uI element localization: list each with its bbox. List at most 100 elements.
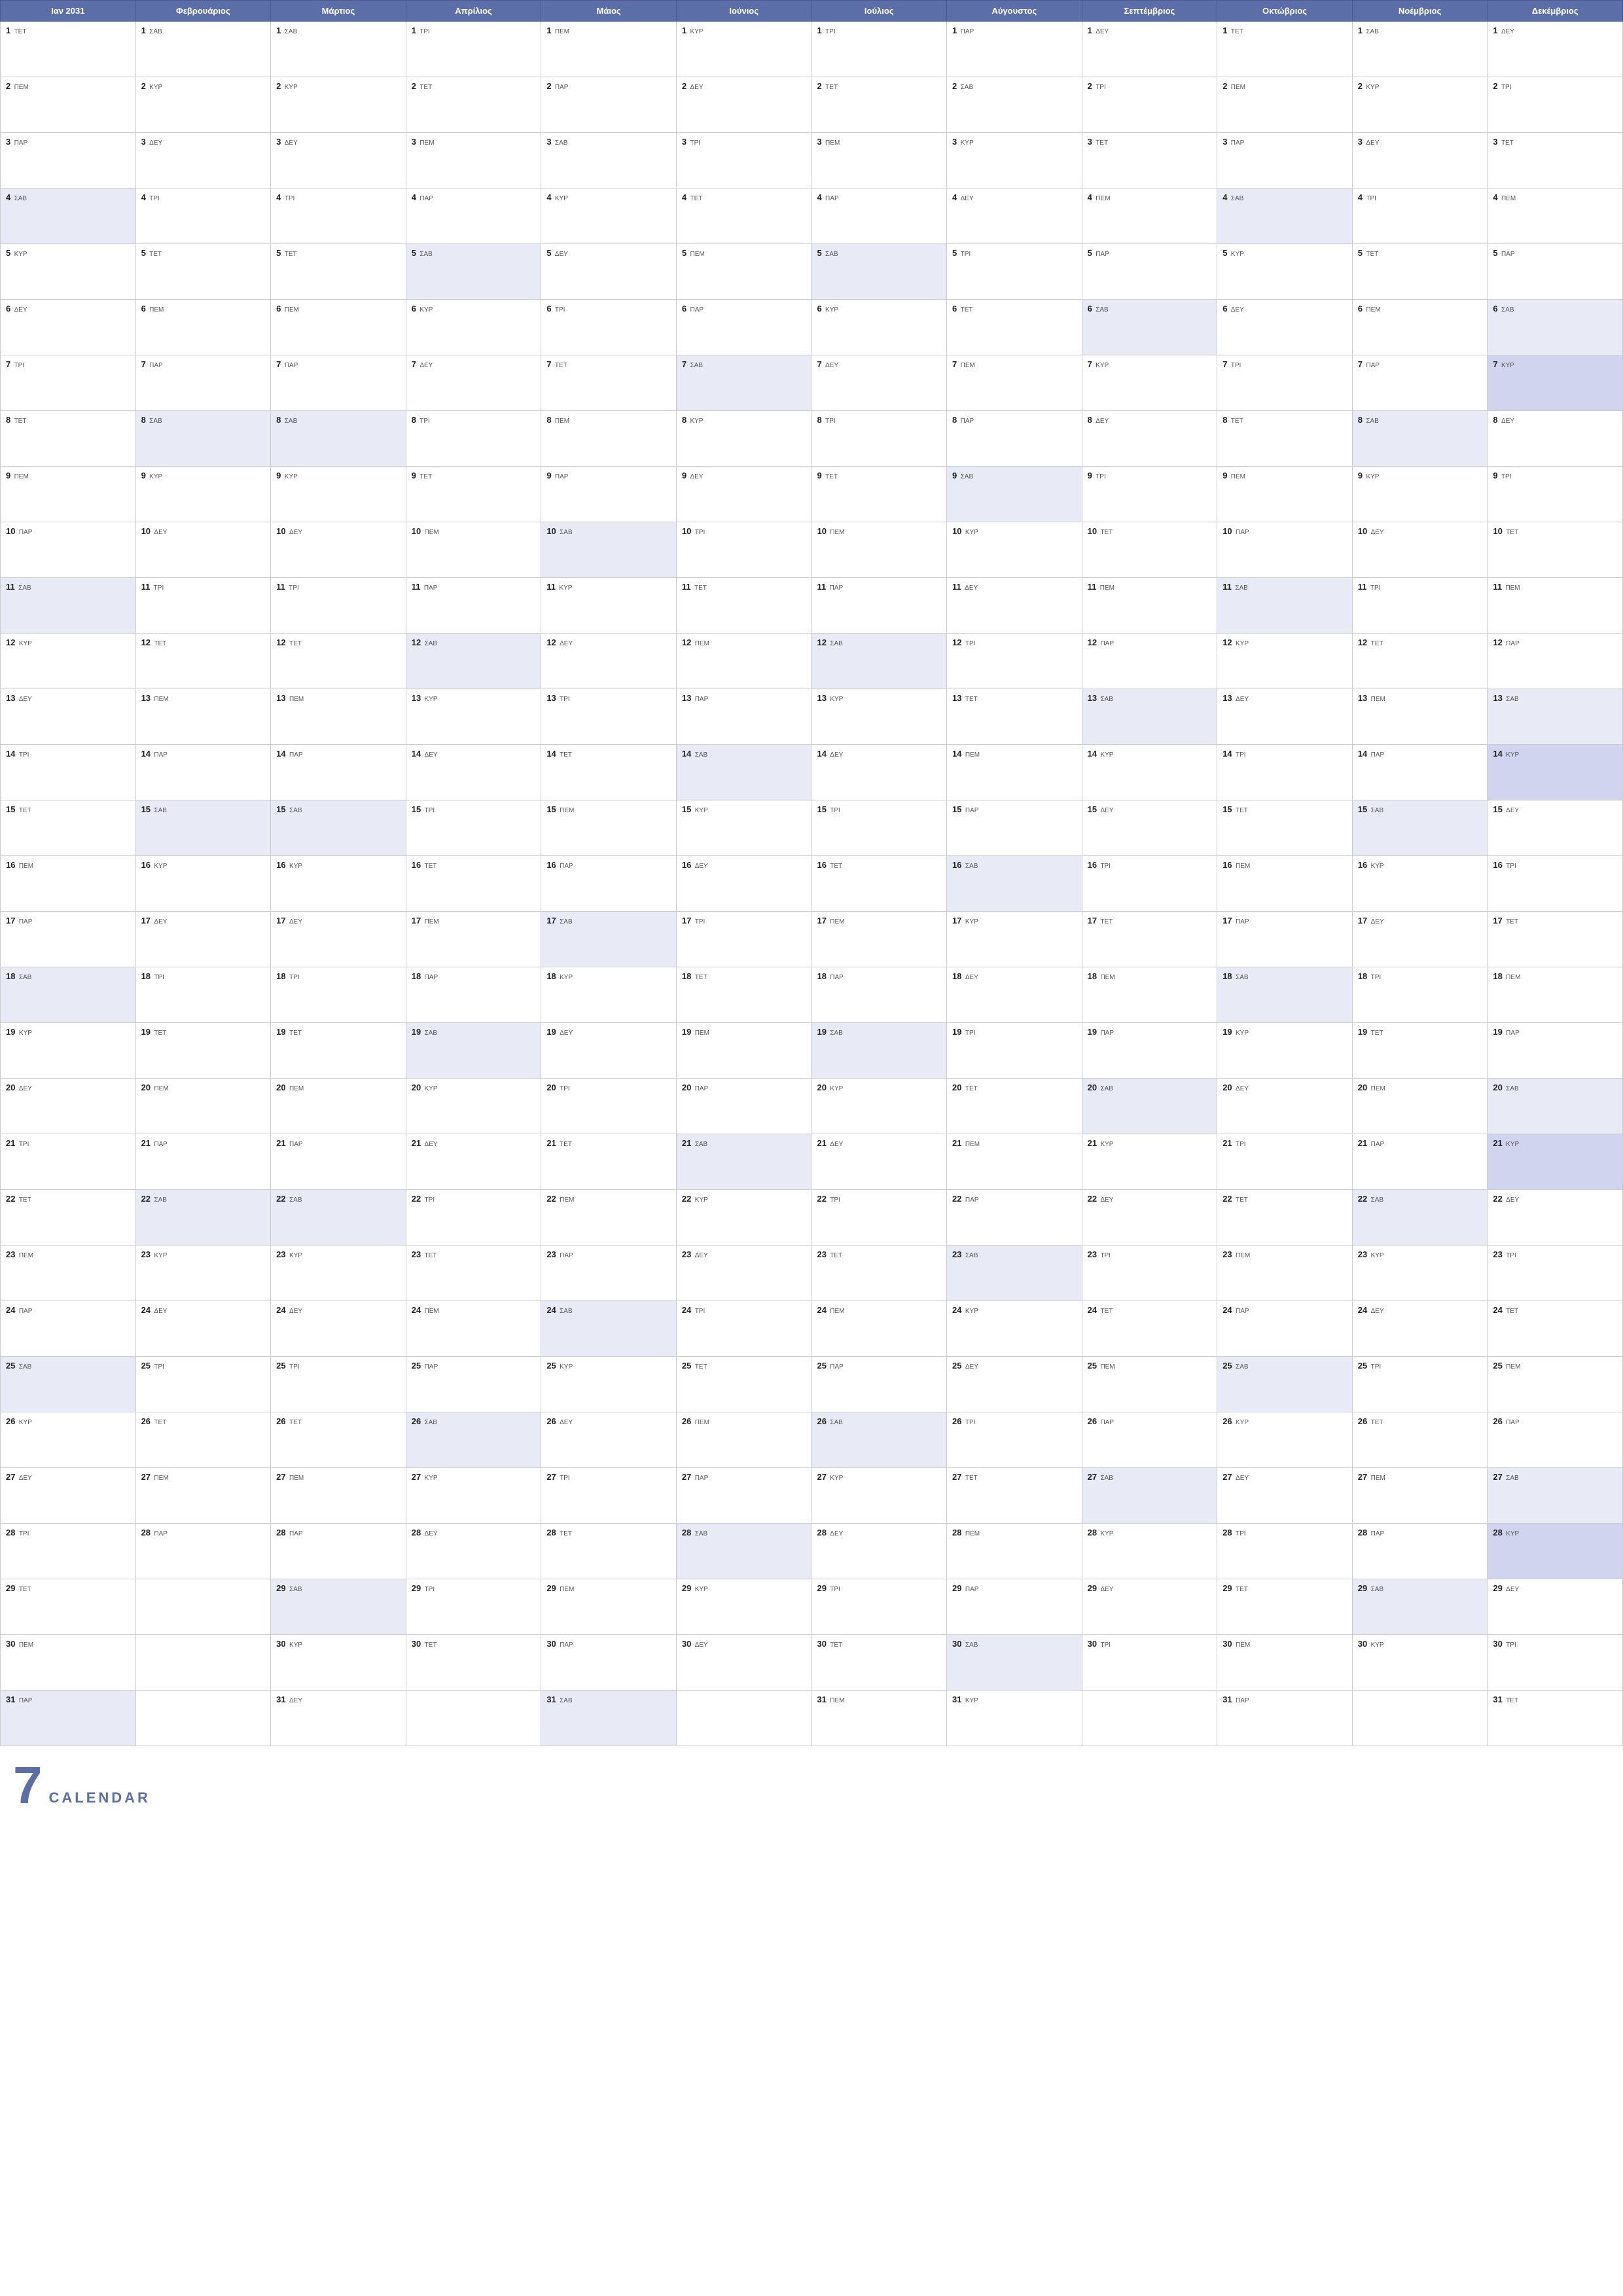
day-cell: 11 ΤΡΙ [271,578,406,634]
table-row: 24 ΠΑΡ 24 ΔΕΥ 24 ΔΕΥ 24 ΠΕΜ 24 ΣΑΒ 24 ΤΡ… [1,1301,1623,1357]
day-cell: 29 ΚΥΡ [676,1579,812,1635]
day-cell: 28 ΠΑΡ [1352,1524,1488,1579]
day-cell: 13 ΣΑΒ [1488,689,1623,745]
day-cell: 16 ΚΥΡ [271,856,406,912]
day-cell: 29 ΔΕΥ [1082,1579,1217,1635]
day-cell: 24 ΠΑΡ [1,1301,136,1357]
day-cell: 27 ΤΕΤ [947,1468,1082,1524]
day-cell: 5 ΤΕΤ [1352,244,1488,300]
day-cell: 2 ΤΡΙ [1488,77,1623,133]
day-cell: 6 ΣΑΒ [1488,300,1623,355]
day-cell: 17 ΠΕΜ [812,912,947,967]
day-cell: 15 ΣΑΒ [271,800,406,856]
day-cell: 14 ΚΥΡ [1488,745,1623,800]
table-row: 29 ΤΕΤ 29 ΣΑΒ 29 ΤΡΙ 29 ΠΕΜ 29 ΚΥΡ 29 ΤΡ… [1,1579,1623,1635]
day-cell: 10 ΚΥΡ [947,522,1082,578]
day-cell: 1 ΠΑΡ [947,22,1082,77]
day-cell: 26 ΤΕΤ [135,1412,271,1468]
table-row: 2 ΠΕΜ 2 ΚΥΡ 2 ΚΥΡ 2 ΤΕΤ 2 ΠΑΡ 2 ΔΕΥ 2 ΤΕ… [1,77,1623,133]
day-cell: 12 ΠΑΡ [1488,634,1623,689]
day-cell: 9 ΔΕΥ [676,467,812,522]
day-cell: 30 ΤΡΙ [1082,1635,1217,1691]
table-row: 28 ΤΡΙ 28 ΠΑΡ 28 ΠΑΡ 28 ΔΕΥ 28 ΤΕΤ 28 ΣΑ… [1,1524,1623,1579]
day-cell: 23 ΤΕΤ [812,1246,947,1301]
day-cell: 7 ΠΑΡ [271,355,406,411]
day-cell: 28 ΚΥΡ [1082,1524,1217,1579]
day-cell: 12 ΣΑΒ [812,634,947,689]
day-cell [135,1579,271,1635]
day-cell: 17 ΠΑΡ [1,912,136,967]
day-cell: 17 ΔΕΥ [1352,912,1488,967]
day-cell: 25 ΤΡΙ [1352,1357,1488,1412]
day-cell: 22 ΤΡΙ [406,1190,541,1246]
day-cell: 25 ΠΑΡ [812,1357,947,1412]
day-cell: 2 ΤΕΤ [406,77,541,133]
day-cell: 12 ΠΕΜ [676,634,812,689]
day-cell: 19 ΠΑΡ [1488,1023,1623,1079]
day-cell [135,1635,271,1691]
day-cell: 1 ΣΑΒ [271,22,406,77]
day-cell: 2 ΚΥΡ [135,77,271,133]
day-cell: 15 ΚΥΡ [676,800,812,856]
table-row: 6 ΔΕΥ 6 ΠΕΜ 6 ΠΕΜ 6 ΚΥΡ 6 ΤΡΙ 6 ΠΑΡ 6 ΚΥ… [1,300,1623,355]
day-cell: 8 ΣΑΒ [271,411,406,467]
day-cell: 7 ΠΕΜ [947,355,1082,411]
table-row: 9 ΠΕΜ 9 ΚΥΡ 9 ΚΥΡ 9 ΤΕΤ 9 ΠΑΡ 9 ΔΕΥ 9 ΤΕ… [1,467,1623,522]
day-cell: 21 ΠΑΡ [271,1134,406,1190]
day-cell: 21 ΠΕΜ [947,1134,1082,1190]
day-cell: 8 ΔΕΥ [1082,411,1217,467]
day-cell: 30 ΤΕΤ [406,1635,541,1691]
day-cell: 4 ΠΑΡ [406,188,541,244]
day-cell: 3 ΔΕΥ [135,133,271,188]
day-cell: 30 ΤΕΤ [812,1635,947,1691]
day-cell: 5 ΤΕΤ [271,244,406,300]
day-cell: 8 ΠΑΡ [947,411,1082,467]
day-cell: 13 ΠΕΜ [1352,689,1488,745]
day-cell: 1 ΔΕΥ [1082,22,1217,77]
day-cell: 10 ΠΑΡ [1,522,136,578]
day-cell: 14 ΔΕΥ [406,745,541,800]
day-cell: 30 ΚΥΡ [271,1635,406,1691]
day-cell: 3 ΠΑΡ [1,133,136,188]
day-cell: 20 ΣΑΒ [1488,1079,1623,1134]
day-cell: 20 ΚΥΡ [406,1079,541,1134]
day-cell: 14 ΤΕΤ [541,745,677,800]
day-cell: 9 ΤΕΤ [406,467,541,522]
day-cell: 24 ΔΕΥ [135,1301,271,1357]
table-row: 4 ΣΑΒ 4 ΤΡΙ 4 ΤΡΙ 4 ΠΑΡ 4 ΚΥΡ 4 ΤΕΤ 4 ΠΑ… [1,188,1623,244]
month-header-nov: Νοέμβριος [1352,1,1488,22]
day-cell: 27 ΠΑΡ [676,1468,812,1524]
day-cell: 16 ΤΕΤ [406,856,541,912]
day-cell: 16 ΤΡΙ [1082,856,1217,912]
day-cell: 1 ΠΕΜ [541,22,677,77]
day-cell: 3 ΚΥΡ [947,133,1082,188]
day-cell: 23 ΣΑΒ [947,1246,1082,1301]
day-cell: 18 ΠΕΜ [1082,967,1217,1023]
day-cell: 19 ΣΑΒ [812,1023,947,1079]
day-cell: 23 ΤΡΙ [1082,1246,1217,1301]
day-cell: 14 ΠΑΡ [1352,745,1488,800]
day-cell: 21 ΤΕΤ [541,1134,677,1190]
day-cell: 23 ΤΡΙ [1488,1246,1623,1301]
day-cell: 29 ΤΡΙ [812,1579,947,1635]
day-cell: 13 ΔΕΥ [1217,689,1353,745]
day-cell: 1 ΤΕΤ [1,22,136,77]
day-cell: 19 ΚΥΡ [1,1023,136,1079]
day-cell: 3 ΔΕΥ [271,133,406,188]
day-cell: 3 ΠΕΜ [406,133,541,188]
day-cell [1352,1691,1488,1746]
day-cell: 10 ΠΑΡ [1217,522,1353,578]
day-cell: 3 ΤΡΙ [676,133,812,188]
day-cell: 19 ΚΥΡ [1217,1023,1353,1079]
month-header-aug: Αύγουστος [947,1,1082,22]
day-cell: 17 ΤΕΤ [1082,912,1217,967]
table-row: 5 ΚΥΡ 5 ΤΕΤ 5 ΤΕΤ 5 ΣΑΒ 5 ΔΕΥ 5 ΠΕΜ 5 ΣΑ… [1,244,1623,300]
day-cell: 8 ΤΕΤ [1,411,136,467]
day-cell: 4 ΠΕΜ [1488,188,1623,244]
day-cell: 5 ΠΕΜ [676,244,812,300]
month-header-jun: Ιούνιος [676,1,812,22]
day-cell: 28 ΤΡΙ [1,1524,136,1579]
day-cell: 30 ΤΡΙ [1488,1635,1623,1691]
day-cell: 3 ΤΕΤ [1082,133,1217,188]
day-cell: 26 ΤΡΙ [947,1412,1082,1468]
